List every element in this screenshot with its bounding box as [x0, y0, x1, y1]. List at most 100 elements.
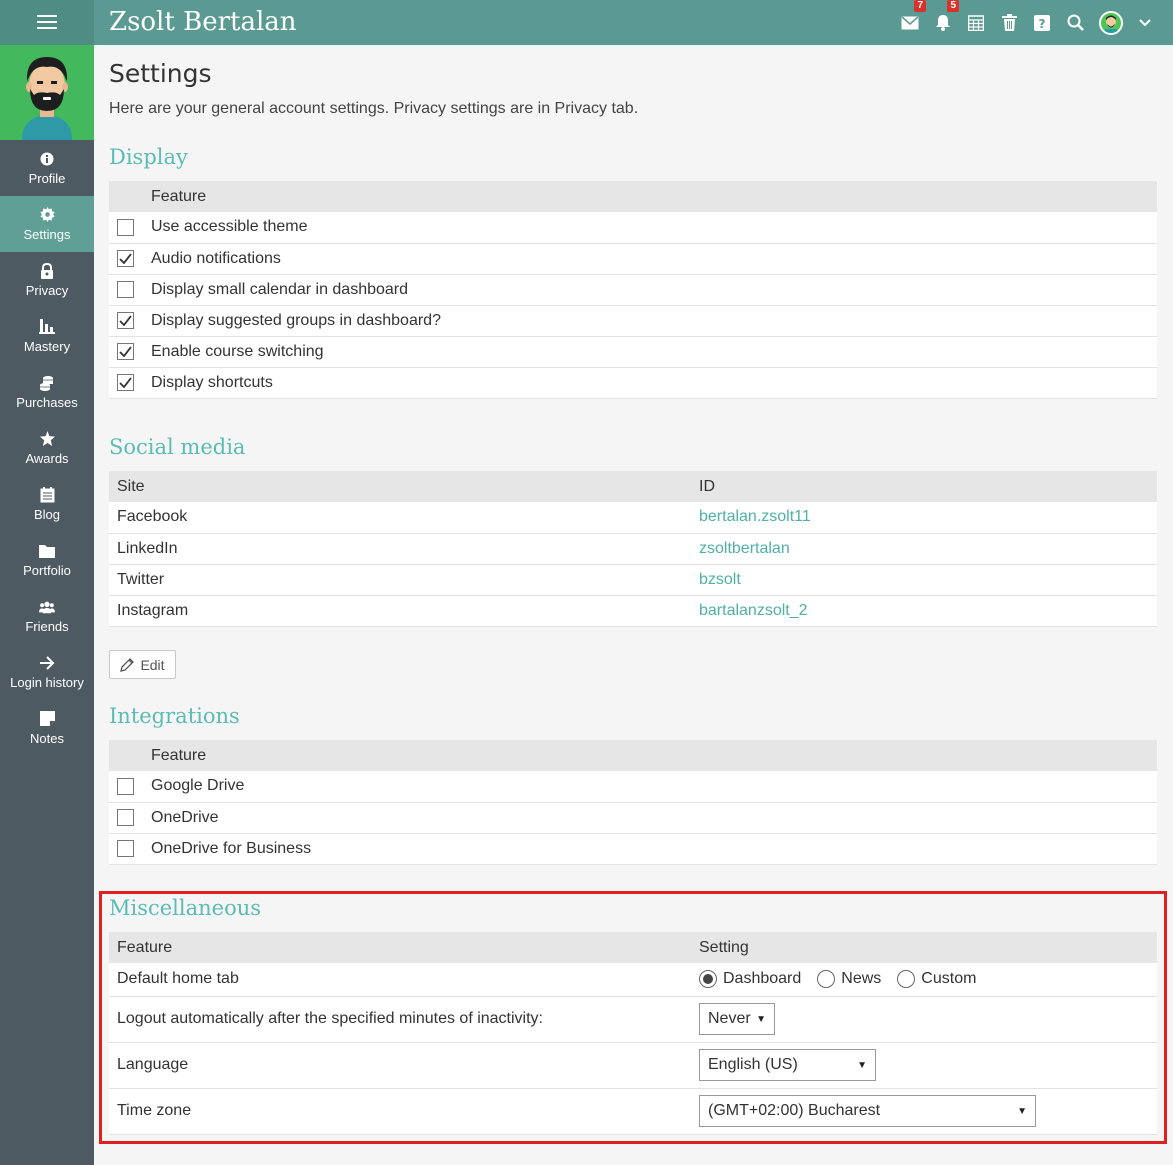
table-row: Audio notifications: [109, 243, 1157, 275]
feature-label: Display shortcuts: [143, 367, 1157, 399]
social-site: LinkedIn: [109, 533, 691, 565]
sidebar-item-profile[interactable]: Profile: [0, 140, 94, 196]
star-icon: [39, 431, 55, 447]
sidebar-item-label: Portfolio: [23, 562, 71, 578]
sidebar-item-portfolio[interactable]: Portfolio: [0, 532, 94, 588]
arrow-right-icon: [39, 655, 55, 671]
bar-chart-icon: [39, 319, 55, 335]
svg-text:?: ?: [1039, 17, 1046, 31]
feature-label: Display suggested groups in dashboard?: [143, 305, 1157, 337]
social-id-link[interactable]: bartalanzsolt_2: [699, 602, 808, 619]
table-row: OneDrive for Business: [109, 833, 1157, 865]
sidebar-item-login-history[interactable]: Login history: [0, 644, 94, 700]
table-row: Google Drive: [109, 771, 1157, 803]
info-icon: [39, 151, 55, 167]
column-header-id: ID: [691, 471, 1157, 502]
checkbox[interactable]: [117, 218, 134, 236]
user-name-title: Zsolt Bertalan: [109, 7, 297, 37]
avatar: [1099, 10, 1123, 35]
table-row: Display suggested groups in dashboard?: [109, 305, 1157, 337]
table-header-row: Site ID: [109, 471, 1157, 502]
sidebar-item-blog[interactable]: Blog: [0, 476, 94, 532]
feature-label: Enable course switching: [143, 336, 1157, 368]
checkmark-icon: [119, 377, 132, 388]
checkbox[interactable]: [117, 312, 134, 329]
social-id-link[interactable]: zsoltbertalan: [699, 540, 790, 557]
integrations-section-title: Integrations: [109, 704, 240, 728]
edit-button[interactable]: Edit: [109, 650, 176, 679]
sidebar: Profile Settings Privacy Mastery Purchas…: [0, 45, 94, 1165]
sidebar-item-purchases[interactable]: Purchases: [0, 364, 94, 420]
feature-label: OneDrive: [143, 802, 1157, 834]
integrations-table: Feature Google Drive OneDrive OneDrive for…: [109, 740, 1157, 865]
help-button[interactable]: ?: [1032, 13, 1052, 33]
messages-badge: 7: [914, 0, 926, 12]
sidebar-item-label: Purchases: [16, 394, 78, 410]
display-section-title: Display: [109, 145, 188, 169]
column-header-feature: Feature: [143, 181, 1157, 212]
edit-button-label: Edit: [140, 656, 165, 673]
notifications-button[interactable]: 5: [933, 0, 959, 33]
sidebar-item-label: Awards: [25, 450, 69, 466]
sidebar-item-awards[interactable]: Awards: [0, 420, 94, 476]
page-title: Settings: [109, 59, 212, 88]
header-actions: 7 5 ?: [900, 0, 1153, 45]
feature-label: OneDrive for Business: [143, 833, 1157, 865]
menu-button[interactable]: [0, 0, 94, 45]
table-row: Display small calendar in dashboard: [109, 274, 1157, 306]
sidebar-item-friends[interactable]: Friends: [0, 588, 94, 644]
page-description: Here are your general account settings. …: [109, 100, 639, 117]
checkbox[interactable]: [117, 840, 134, 857]
table-header-row: Feature: [109, 181, 1157, 212]
checkmark-icon: [119, 346, 132, 357]
sidebar-item-mastery[interactable]: Mastery: [0, 308, 94, 364]
user-menu-button[interactable]: [1098, 10, 1124, 35]
social-id-link[interactable]: bertalan.zsolt11: [699, 508, 811, 525]
sidebar-item-label: Mastery: [23, 338, 71, 354]
sidebar-item-label: Privacy: [25, 282, 69, 298]
social-site: Facebook: [109, 502, 691, 534]
table-row: OneDrive: [109, 802, 1157, 834]
table-row: Use accessible theme: [109, 212, 1157, 244]
checkbox[interactable]: [117, 809, 134, 826]
social-section-title: Social media: [109, 435, 246, 459]
profile-avatar[interactable]: [0, 45, 94, 140]
checkbox[interactable]: [117, 281, 134, 298]
sidebar-item-label: Settings: [23, 226, 71, 242]
sidebar-item-notes[interactable]: Notes: [0, 700, 94, 756]
feature-label: Audio notifications: [143, 243, 1157, 275]
checkbox[interactable]: [117, 250, 134, 267]
search-icon: [1067, 14, 1084, 31]
highlight-box: [99, 891, 1167, 1144]
table-row: Instagram bartalanzsolt_2: [109, 595, 1157, 627]
sidebar-item-label: Notes: [30, 730, 64, 746]
table-row: Enable course switching: [109, 336, 1157, 368]
display-table: Feature Use accessible theme Audio notifi…: [109, 181, 1157, 399]
lock-icon: [39, 262, 55, 279]
chevron-down-icon: [1139, 18, 1151, 26]
users-icon: [39, 599, 55, 615]
calendar-button[interactable]: [966, 13, 986, 33]
user-menu-dropdown[interactable]: [1137, 13, 1153, 33]
checkbox[interactable]: [117, 343, 134, 360]
sidebar-item-label: Login history: [10, 674, 84, 690]
sidebar-item-label: Friends: [25, 618, 69, 634]
checkbox[interactable]: [117, 777, 134, 795]
sidebar-item-settings[interactable]: Settings: [0, 196, 94, 252]
folder-icon: [39, 543, 55, 559]
trash-button[interactable]: [999, 13, 1019, 33]
sidebar-item-privacy[interactable]: Privacy: [0, 252, 94, 308]
search-button[interactable]: [1065, 13, 1085, 33]
blog-icon: [39, 486, 55, 503]
table-row: LinkedIn zsoltbertalan: [109, 533, 1157, 565]
social-id-link[interactable]: bzsolt: [699, 571, 741, 588]
feature-label: Display small calendar in dashboard: [143, 274, 1157, 306]
feature-label: Use accessible theme: [143, 212, 1157, 244]
checkbox[interactable]: [117, 374, 134, 391]
gear-icon: [39, 207, 55, 223]
top-bar: Zsolt Bertalan 7 5 ?: [0, 0, 1173, 45]
messages-button[interactable]: 7: [900, 0, 926, 33]
pencil-icon: [120, 657, 135, 672]
envelope-icon: [901, 15, 919, 29]
table-header-row: Feature: [109, 740, 1157, 771]
